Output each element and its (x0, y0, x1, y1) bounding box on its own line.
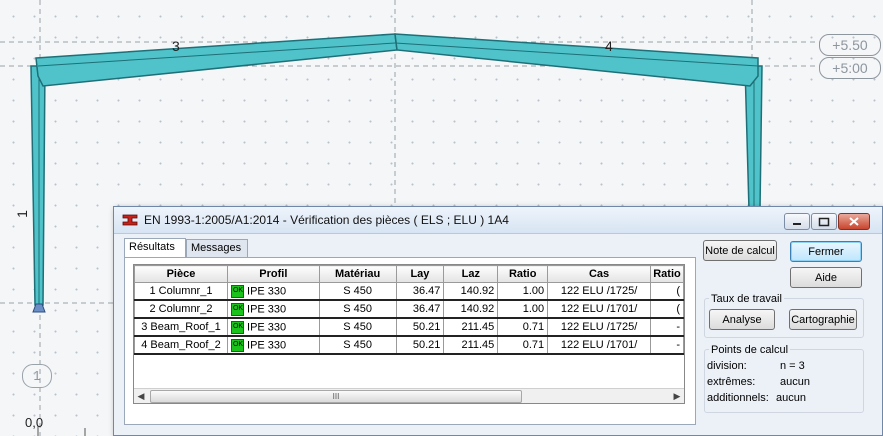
cell-laz: 140.92 (443, 299, 499, 319)
tab-resultats[interactable]: Résultats (124, 238, 186, 258)
cell-cas: 122 ELU /1725/ (547, 317, 651, 337)
col-header-profil[interactable]: Profil (226, 265, 320, 283)
cell-ratio-2: ( (649, 299, 684, 319)
scroll-right-icon[interactable]: ▶ (670, 389, 684, 403)
cell-materiau: S 450 (318, 317, 397, 337)
col-header-piece[interactable]: Pièce (134, 265, 228, 283)
results-table[interactable]: Pièce Profil Matériau Lay Laz Ratio Cas … (133, 264, 685, 404)
cell-lay: 50.21 (395, 317, 445, 337)
ok-status-icon: OK (230, 320, 244, 334)
verification-dialog: EN 1993-1:2005/A1:2014 - Vérification de… (113, 206, 883, 436)
fermer-button[interactable]: Fermer (790, 241, 862, 262)
scroll-left-icon[interactable]: ◀ (134, 389, 148, 403)
cell-piece: 2 Columnr_2 (134, 299, 228, 319)
close-button[interactable] (838, 213, 870, 230)
minimize-icon (793, 223, 801, 225)
cell-profil: OK IPE 330 (226, 282, 320, 301)
cell-cas: 122 ELU /1725/ (547, 282, 651, 301)
cell-piece: 1 Columnr_1 (134, 282, 228, 301)
table-row[interactable]: 4 Beam_Roof_2 OK IPE 330 S 450 50.21 211… (134, 335, 684, 355)
cell-lay: 36.47 (395, 282, 445, 301)
maximize-icon (818, 217, 830, 227)
table-row[interactable]: 1 Columnr_1 OK IPE 330 S 450 36.47 140.9… (134, 282, 684, 301)
cell-ratio: 0.71 (497, 317, 549, 337)
col-header-cas[interactable]: Cas (547, 265, 651, 283)
table-row[interactable]: 2 Columnr_2 OK IPE 330 S 450 36.47 140.9… (134, 299, 684, 319)
col-header-lay[interactable]: Lay (395, 265, 445, 283)
cell-cas: 122 ELU /1701/ (547, 335, 651, 355)
cell-lay: 36.47 (395, 299, 445, 319)
dialog-title: EN 1993-1:2005/A1:2014 - Vérification de… (144, 213, 509, 227)
extremes-key: extrêmes: (707, 376, 756, 388)
cell-profil: OK IPE 330 (226, 317, 320, 337)
points-de-calcul-label: Points de calcul (709, 344, 791, 356)
origin-label: 0,0 (25, 415, 44, 430)
horizontal-scrollbar[interactable]: ◀ III ▶ (134, 388, 684, 403)
additionnels-value: aucun (776, 392, 806, 404)
ok-status-icon: OK (230, 338, 244, 352)
axis-marker[interactable]: 1 (22, 364, 52, 388)
column-1 (30, 65, 46, 306)
cell-laz: 211.45 (443, 317, 499, 337)
table-row[interactable]: 3 Beam_Roof_1 OK IPE 330 S 450 50.21 211… (134, 317, 684, 337)
cell-lay: 50.21 (395, 335, 445, 355)
cell-laz: 140.92 (443, 282, 499, 301)
cell-profil: OK IPE 330 (226, 335, 320, 355)
bar-label-1: 1 (13, 210, 30, 218)
col-header-ratio-2[interactable]: Ratio (649, 265, 684, 283)
taux-de-travail-label: Taux de travail (709, 293, 784, 305)
cell-piece: 4 Beam_Roof_2 (134, 335, 228, 355)
minimize-button[interactable] (784, 213, 810, 230)
cell-ratio: 1.00 (497, 282, 549, 301)
division-key: division: (707, 360, 747, 372)
col-header-ratio[interactable]: Ratio (497, 265, 549, 283)
ok-status-icon: OK (230, 302, 244, 316)
close-icon (849, 217, 859, 226)
division-value: n = 3 (780, 360, 805, 372)
table-header: Pièce Profil Matériau Lay Laz Ratio Cas … (134, 265, 684, 283)
tab-messages[interactable]: Messages (186, 239, 248, 257)
note-de-calcul-button[interactable]: Note de calcul (703, 240, 777, 261)
bar-label-3: 3 (172, 38, 180, 54)
aide-button[interactable]: Aide (790, 267, 862, 288)
cell-cas: 122 ELU /1701/ (547, 299, 651, 319)
ok-status-icon: OK (230, 284, 244, 298)
cell-ratio-2: - (649, 335, 684, 355)
cell-materiau: S 450 (318, 282, 397, 301)
cell-materiau: S 450 (318, 299, 397, 319)
extremes-value: aucun (780, 376, 810, 388)
cell-laz: 211.45 (443, 335, 499, 355)
maximize-button[interactable] (811, 213, 837, 230)
cell-piece: 3 Beam_Roof_1 (134, 317, 228, 337)
cell-ratio-2: - (649, 317, 684, 337)
analyse-button[interactable]: Analyse (709, 309, 775, 330)
scrollbar-thumb[interactable]: III (150, 390, 522, 403)
col-header-materiau[interactable]: Matériau (318, 265, 397, 283)
cell-materiau: S 450 (318, 335, 397, 355)
steel-beam-icon (122, 214, 138, 226)
cell-ratio-2: ( (649, 282, 684, 301)
results-panel: Pièce Profil Matériau Lay Laz Ratio Cas … (124, 257, 696, 425)
bar-label-4: 4 (605, 38, 613, 54)
cell-ratio: 0.71 (497, 335, 549, 355)
cell-profil: OK IPE 330 (226, 299, 320, 319)
additionnels-key: additionnels: (707, 392, 769, 404)
level-marker-upper[interactable]: +5.50 (819, 34, 881, 56)
cell-ratio: 1.00 (497, 299, 549, 319)
dialog-titlebar[interactable]: EN 1993-1:2005/A1:2014 - Vérification de… (114, 207, 882, 234)
level-marker-lower[interactable]: +5:00 (819, 57, 881, 79)
cartographie-button[interactable]: Cartographie (789, 309, 857, 330)
col-header-laz[interactable]: Laz (443, 265, 499, 283)
